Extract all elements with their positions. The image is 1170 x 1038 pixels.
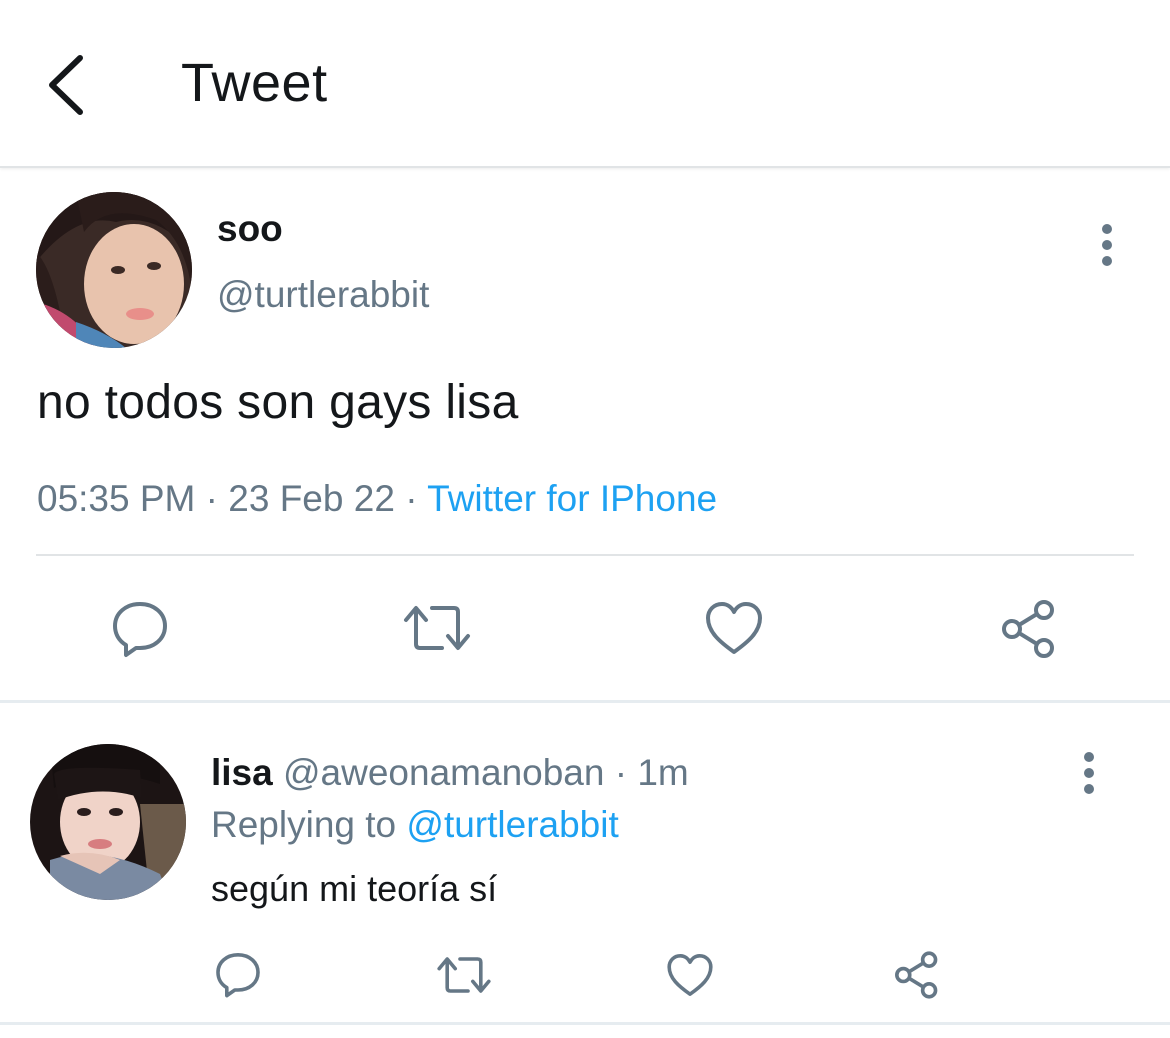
share-button[interactable]: [998, 598, 1060, 660]
retweet-button[interactable]: [402, 600, 472, 656]
more-dots-icon: [1084, 784, 1094, 794]
reply-header: lisa @aweonamanoban · 1m: [211, 752, 689, 794]
retweet-button[interactable]: [436, 952, 492, 998]
display-name[interactable]: soo: [217, 208, 283, 250]
reply-icon: [216, 953, 260, 998]
retweet-icon: [437, 957, 491, 993]
reply-button[interactable]: [214, 950, 262, 998]
replying-to-link[interactable]: @turtlerabbit: [406, 804, 618, 845]
share-icon: [895, 951, 938, 999]
reply-button[interactable]: [110, 598, 170, 658]
meta-separator: ·: [614, 752, 628, 793]
share-icon: [1002, 600, 1054, 658]
more-dots-icon: [1102, 224, 1112, 234]
more-dots-icon: [1102, 256, 1112, 266]
chevron-left-icon: [49, 55, 83, 115]
tweet-age: 1m: [637, 752, 689, 793]
back-button[interactable]: [40, 50, 96, 120]
like-icon: [667, 954, 713, 996]
meta-separator: ·: [205, 478, 218, 519]
divider: [36, 554, 1134, 556]
like-button[interactable]: [704, 600, 764, 656]
section-divider: [0, 700, 1170, 703]
avatar[interactable]: [30, 744, 186, 900]
more-dots-icon: [1084, 752, 1094, 762]
profile-photo: [30, 744, 186, 900]
reply-text: según mi teoría sí: [211, 868, 498, 909]
page-title: Tweet: [181, 53, 328, 113]
tweet-source-link[interactable]: Twitter for IPhone: [427, 478, 717, 519]
like-button[interactable]: [666, 952, 714, 998]
tweet-meta: 05:35 PM · 23 Feb 22 · Twitter for IPhon…: [37, 478, 717, 520]
tweet-text: no todos son gays lisa: [37, 376, 519, 429]
section-divider: [0, 1022, 1170, 1025]
retweet-icon: [404, 606, 470, 650]
user-handle[interactable]: @turtlerabbit: [217, 274, 429, 316]
more-dots-icon: [1102, 240, 1112, 250]
avatar[interactable]: [36, 192, 192, 348]
user-handle[interactable]: @aweonamanoban: [283, 752, 604, 793]
tweet-date: 23 Feb 22: [228, 478, 395, 519]
more-dots-icon: [1084, 768, 1094, 778]
more-options-button[interactable]: [1092, 220, 1122, 270]
replying-to: Replying to @turtlerabbit: [211, 804, 619, 846]
top-app-bar: Tweet: [0, 0, 1170, 168]
reply-icon: [113, 602, 167, 657]
replying-to-label: Replying to: [211, 804, 397, 845]
tweet-time: 05:35 PM: [37, 478, 196, 519]
more-options-button[interactable]: [1074, 748, 1104, 798]
meta-separator: ·: [405, 478, 418, 519]
like-icon: [706, 602, 762, 654]
profile-photo: [36, 192, 192, 348]
display-name[interactable]: lisa: [211, 752, 273, 793]
share-button[interactable]: [892, 950, 942, 1000]
